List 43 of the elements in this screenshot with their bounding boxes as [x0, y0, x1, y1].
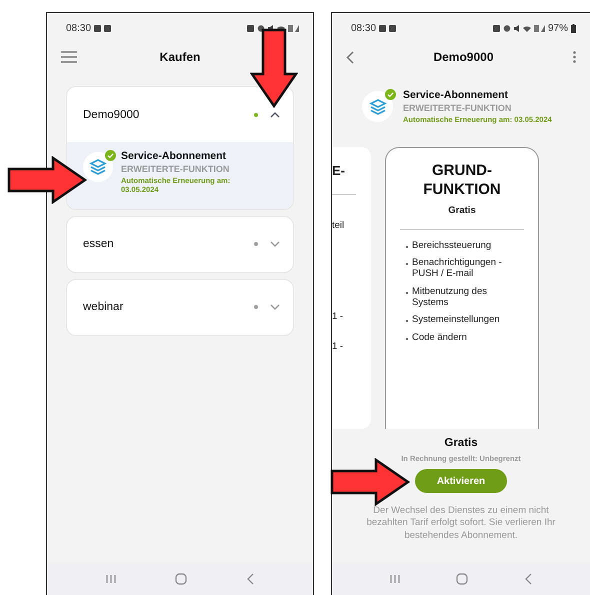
home-icon[interactable]: [456, 572, 468, 584]
feature-item: Mitbenutzung des Systems: [412, 286, 488, 308]
selected-price: Gratis: [444, 437, 478, 449]
plan-card[interactable]: GRUND- FUNKTION Gratis Bereichssteuerung Benachrichtigungen - PUSH / E-mail Mitbenutzung des Systems Systemeinstellungen Code ändern: [385, 147, 539, 429]
tier-label: ERWEITERTE-FUNKTION: [403, 103, 512, 113]
account-name: Demo9000: [83, 108, 140, 120]
subscription-title: Service-Abonnement: [403, 89, 510, 101]
switch-note: Der Wechsel des Dienstes zu einem nicht bezahlten Tarif erfolgt sofort. Sie verlieren Ihr bestehendes Abonnement.: [366, 505, 556, 542]
plan-price: Gratis: [448, 204, 476, 216]
account-name: essen: [83, 238, 115, 250]
screen-title: Kaufen: [160, 50, 200, 64]
account-name: webinar: [83, 301, 124, 314]
plan-card[interactable]: E- teil 1 - 1 -: [332, 147, 371, 429]
chevron-icon[interactable]: [270, 112, 280, 118]
feature-item: Benachrichtigungen - PUSH / E-mail: [412, 256, 503, 280]
home-icon[interactable]: [174, 572, 187, 584]
back-icon[interactable]: [346, 50, 354, 64]
feature-item: Bereichssteuerung: [412, 240, 492, 251]
screen-title: Demo9000: [433, 50, 494, 64]
status-time: 08:30: [351, 22, 376, 34]
status-icons-drawing: [492, 24, 545, 32]
back-icon[interactable]: [524, 572, 532, 584]
feature-item: Code ändern: [412, 332, 467, 344]
plan-title: GRUND- FUNKTION: [423, 162, 501, 200]
layers-icon: [89, 159, 107, 175]
feature-item: Systemeinstellungen: [412, 314, 500, 326]
battery-level: 97%: [548, 22, 568, 34]
more-icon[interactable]: [572, 51, 576, 63]
recent-apps-icon[interactable]: [106, 574, 116, 584]
subscription-title: Service-Abonnement: [121, 150, 228, 162]
battery-icon: [571, 24, 576, 32]
account-card[interactable]: essen: [66, 216, 294, 273]
plan-text: 1 -: [332, 341, 344, 352]
plan-text: E-: [332, 163, 346, 178]
back-icon[interactable]: [246, 572, 254, 584]
account-card[interactable]: webinar: [66, 278, 294, 336]
recent-apps-icon[interactable]: [390, 574, 400, 584]
menu-icon[interactable]: [61, 51, 77, 63]
tier-label: ERWEITERTE-FUNKTION: [121, 164, 230, 174]
status-time: 08:30: [66, 22, 92, 34]
plan-text: 1 -: [332, 311, 344, 322]
plan-text: teil: [332, 220, 346, 231]
layers-icon: [368, 98, 386, 114]
